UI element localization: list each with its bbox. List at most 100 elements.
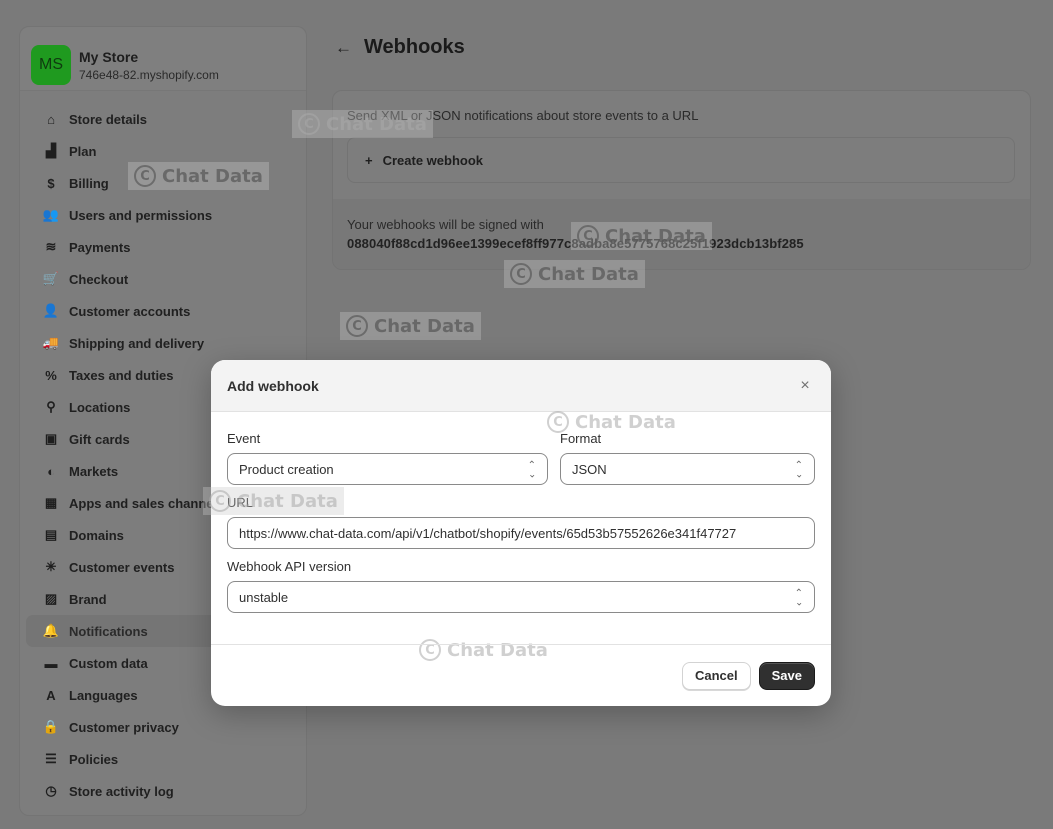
copyright-icon: C xyxy=(346,315,368,337)
sidebar-item-label: Languages xyxy=(69,687,138,703)
copyright-icon: C xyxy=(510,263,532,285)
lock-icon: 🔒 xyxy=(42,719,60,734)
gift-card-icon: ▣ xyxy=(44,431,58,446)
sidebar-item-label: Store details xyxy=(69,111,148,127)
page-header: ← Webhooks xyxy=(335,36,465,59)
watermark-text: Chat Data xyxy=(538,263,639,285)
modal-footer: Cancel Save xyxy=(211,644,831,706)
person-icon: 👤 xyxy=(42,303,60,318)
sidebar-item-label: Plan xyxy=(69,143,97,159)
watermark-text: Chat Data xyxy=(162,165,263,187)
event-value: Product creation xyxy=(239,461,334,477)
sidebar-item-label: Gift cards xyxy=(69,431,130,447)
apps-icon: ▦ xyxy=(44,495,58,510)
cart-icon: 🛒 xyxy=(42,271,60,286)
api-version-field: Webhook API version unstable ⌃ ⌃ xyxy=(227,559,815,613)
url-value: https://www.chat-data.com/api/v1/chatbot… xyxy=(239,525,737,541)
api-version-value: unstable xyxy=(239,589,289,605)
create-webhook-label: Create webhook xyxy=(382,152,484,168)
format-field: Format JSON ⌃ ⌃ xyxy=(560,431,815,485)
close-icon[interactable]: × xyxy=(795,377,815,395)
watermark-text: Chat Data xyxy=(575,411,676,433)
sidebar-item-label: Store activity log xyxy=(69,783,174,799)
copyright-icon: C xyxy=(209,490,231,512)
copyright-icon: C xyxy=(134,165,156,187)
sidebar-item-policies[interactable]: ☰ Policies xyxy=(26,743,300,775)
event-select[interactable]: Product creation ⌃ ⌃ xyxy=(227,453,548,485)
sidebar-item-label: Taxes and duties xyxy=(69,367,174,383)
watermark: C Chat Data xyxy=(203,487,344,515)
copyright-icon: C xyxy=(547,411,569,433)
page-title: Webhooks xyxy=(364,36,465,58)
sidebar-item-label: Markets xyxy=(69,463,119,479)
truck-icon: 🚚 xyxy=(42,335,60,350)
sidebar-item-users-and-permissions[interactable]: 👥 Users and permissions xyxy=(26,199,300,231)
chevron-up-down-icon: ⌃ ⌃ xyxy=(794,588,803,607)
custom-data-icon: ▬ xyxy=(44,655,58,671)
sidebar-item-label: Customer events xyxy=(69,559,175,575)
store-domain: 746e48-82.myshopify.com xyxy=(79,67,219,82)
sidebar-item-label: Users and permissions xyxy=(69,207,213,223)
api-version-label: Webhook API version xyxy=(227,559,352,574)
watermark-text: Chat Data xyxy=(326,113,427,135)
sidebar-item-label: Notifications xyxy=(69,623,148,639)
copyright-icon: C xyxy=(298,113,320,135)
sidebar-item-label: Policies xyxy=(69,751,119,767)
store-avatar: MS xyxy=(31,45,71,85)
sidebar-item-label: Apps and sales channels xyxy=(69,495,225,511)
cancel-button[interactable]: Cancel xyxy=(681,661,751,690)
sidebar-item-label: Brand xyxy=(69,591,107,607)
payments-icon: ≋ xyxy=(45,239,57,254)
store-icon: ⌂ xyxy=(47,111,55,127)
watermark-text: Chat Data xyxy=(237,490,338,512)
sidebar-item-payments[interactable]: ≋ Payments xyxy=(26,231,300,263)
format-select[interactable]: JSON ⌃ ⌃ xyxy=(560,453,815,485)
save-button[interactable]: Save xyxy=(758,661,815,690)
globe-icon: ◐ xyxy=(47,463,55,479)
domains-icon: ▤ xyxy=(44,527,58,542)
url-input[interactable]: https://www.chat-data.com/api/v1/chatbot… xyxy=(227,517,815,549)
sidebar-item-label: Payments xyxy=(69,239,131,255)
sidebar-item-store-activity-log[interactable]: ◷ Store activity log xyxy=(26,775,300,807)
sidebar-item-label: Customer privacy xyxy=(69,719,179,735)
back-arrow-icon[interactable]: ← xyxy=(335,38,352,58)
modal-header: Add webhook × xyxy=(211,360,831,412)
sidebar-item-label: Domains xyxy=(69,527,124,543)
billing-icon: $ xyxy=(47,175,55,191)
sidebar-item-customer-privacy[interactable]: 🔒 Customer privacy xyxy=(26,711,300,743)
policies-icon: ☰ xyxy=(45,751,57,766)
api-version-select[interactable]: unstable ⌃ ⌃ xyxy=(227,581,815,613)
sidebar-item-customer-accounts[interactable]: 👤 Customer accounts xyxy=(26,295,300,327)
sidebar-item-shipping-and-delivery[interactable]: 🚚 Shipping and delivery xyxy=(26,327,300,359)
chevron-up-down-icon: ⌃ ⌃ xyxy=(527,460,536,479)
watermark: C Chat Data xyxy=(340,312,481,340)
sidebar-item-store-details[interactable]: ⌂ Store details xyxy=(26,103,300,135)
format-value: JSON xyxy=(572,461,607,477)
watermark-text: Chat Data xyxy=(605,225,706,247)
users-icon: 👥 xyxy=(42,207,60,222)
event-label: Event xyxy=(227,431,261,446)
modal-title: Add webhook xyxy=(227,377,319,394)
plus-icon: + xyxy=(365,152,373,168)
cursor-click-icon: ✳ xyxy=(45,559,57,574)
languages-icon: A xyxy=(46,687,56,703)
create-webhook-button[interactable]: + Create webhook xyxy=(347,137,1015,183)
sidebar-item-checkout[interactable]: 🛒 Checkout xyxy=(26,263,300,295)
chevron-up-down-icon: ⌃ ⌃ xyxy=(794,460,803,479)
watermark-text: Chat Data xyxy=(374,315,475,337)
watermark: C Chat Data xyxy=(504,260,645,288)
store-name: My Store xyxy=(79,48,139,65)
sidebar-item-label: Custom data xyxy=(69,655,148,671)
watermark: C Chat Data xyxy=(128,162,269,190)
sidebar-item-label: Shipping and delivery xyxy=(69,335,205,351)
copyright-icon: C xyxy=(577,225,599,247)
watermark: C Chat Data xyxy=(541,408,682,436)
store-header[interactable]: MS My Store 746e48-82.myshopify.com xyxy=(20,27,306,91)
event-field: Event Product creation ⌃ ⌃ xyxy=(227,431,548,485)
tax-bag-icon: % xyxy=(45,367,57,383)
watermark: C Chat Data xyxy=(571,222,712,250)
add-webhook-modal: Add webhook × Event Product creation ⌃ ⌃ … xyxy=(211,360,831,706)
bell-icon: 🔔 xyxy=(42,623,60,638)
sidebar-item-label: Customer accounts xyxy=(69,303,191,319)
brand-icon: ▨ xyxy=(44,591,58,606)
